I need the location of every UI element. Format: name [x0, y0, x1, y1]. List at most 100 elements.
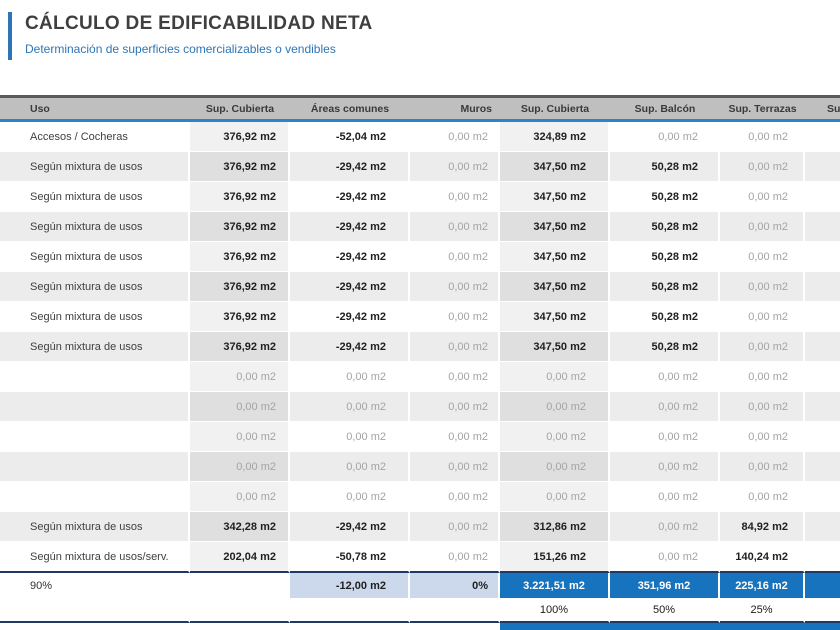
summary-total-sup-terrazas: 225,16 m2 [720, 573, 805, 599]
cell-uso: Según mixtura de usos [0, 242, 190, 272]
cell-value: 0,00 m2 [410, 542, 500, 573]
cell-cut [805, 332, 840, 362]
column-header-sup-cut: Sup. [805, 95, 840, 122]
cell-cut [805, 152, 840, 182]
cell-cut [805, 542, 840, 573]
table-row: Según mixtura de usos 376,92 m2 -29,42 m2 0… [0, 272, 840, 302]
cell-uso: Según mixtura de usos [0, 272, 190, 302]
table-row: Según mixtura de usos 376,92 m2 -29,42 m2 0… [0, 302, 840, 332]
summary-table: 90% -12,00 m2 0% 3.221,51 m2 351,96 m2 2… [0, 573, 840, 623]
table-row: Según mixtura de usos 342,28 m2 -29,42 m2 0… [0, 512, 840, 542]
page-title: CÁLCULO DE EDIFICABILIDAD NETA [25, 13, 373, 34]
cell-cut [805, 182, 840, 212]
cell-value: 0,00 m2 [500, 422, 610, 452]
cell-value: -29,42 m2 [290, 512, 410, 542]
pct-empty [0, 599, 190, 623]
percentages-row: 100% 50% 25% [0, 599, 840, 623]
cell-uso: Según mixtura de usos [0, 302, 190, 332]
cell-value: 0,00 m2 [720, 302, 805, 332]
pct-empty [290, 599, 410, 623]
cell-value: 50,28 m2 [610, 182, 720, 212]
cell-value: 0,00 m2 [500, 362, 610, 392]
cell-value: 0,00 m2 [190, 452, 290, 482]
cell-value: 0,00 m2 [720, 272, 805, 302]
cell-value: 376,92 m2 [190, 272, 290, 302]
cell-value: 347,50 m2 [500, 212, 610, 242]
cell-value: 84,92 m2 [720, 512, 805, 542]
cell-cut [805, 272, 840, 302]
cell-value: 0,00 m2 [410, 362, 500, 392]
cell-cut [805, 122, 840, 152]
cell-value: 376,92 m2 [190, 302, 290, 332]
cell-value: 376,92 m2 [190, 332, 290, 362]
cell-value: 0,00 m2 [410, 332, 500, 362]
column-header-muros: Muros [410, 95, 500, 122]
column-header-sup-cubierta-2: Sup. Cubierta [500, 95, 610, 122]
pct-empty [410, 599, 500, 623]
pct-sup-balcon: 50% [610, 599, 720, 623]
cell-value: 0,00 m2 [720, 152, 805, 182]
cell-cut [805, 302, 840, 332]
cell-value: -29,42 m2 [290, 332, 410, 362]
cell-cut [805, 392, 840, 422]
cell-value: 0,00 m2 [720, 362, 805, 392]
cell-value: -50,78 m2 [290, 542, 410, 573]
cell-value: 0,00 m2 [190, 362, 290, 392]
cell-value: 0,00 m2 [500, 452, 610, 482]
table-row: Según mixtura de usos 376,92 m2 -29,42 m2 0… [0, 242, 840, 272]
summary-total-sup-cubierta: 3.221,51 m2 [500, 573, 610, 599]
cell-uso [0, 482, 190, 512]
cell-value: 347,50 m2 [500, 242, 610, 272]
homogenized-surface-value: 3. [827, 623, 837, 630]
cell-cut [805, 452, 840, 482]
cell-value: 0,00 m2 [410, 482, 500, 512]
cell-value: 0,00 m2 [720, 392, 805, 422]
column-header-areas-comunes: Áreas comunes [290, 95, 410, 122]
cell-uso [0, 422, 190, 452]
cell-value: 0,00 m2 [720, 452, 805, 482]
cell-value: 0,00 m2 [290, 422, 410, 452]
cell-value: 0,00 m2 [500, 392, 610, 422]
cell-value: 376,92 m2 [190, 152, 290, 182]
cell-value: 0,00 m2 [720, 122, 805, 152]
column-header-sup-cubierta: Sup. Cubierta [190, 95, 290, 122]
summary-coefficient: 90% [0, 573, 190, 599]
cell-value: 0,00 m2 [410, 272, 500, 302]
edificabilidad-table: Uso Sup. Cubierta Áreas comunes Muros Su… [0, 95, 840, 573]
cell-value: 0,00 m2 [720, 332, 805, 362]
cell-cut [805, 482, 840, 512]
cell-value: 312,86 m2 [500, 512, 610, 542]
cell-value: 376,92 m2 [190, 182, 290, 212]
cell-value: 0,00 m2 [410, 422, 500, 452]
table-row: 0,00 m2 0,00 m2 0,00 m2 0,00 m2 0,00 m2 0,00 … [0, 422, 840, 452]
cell-value: -29,42 m2 [290, 242, 410, 272]
cell-value: -29,42 m2 [290, 272, 410, 302]
cell-uso: Según mixtura de usos [0, 212, 190, 242]
cell-value: -29,42 m2 [290, 302, 410, 332]
table-row: 0,00 m2 0,00 m2 0,00 m2 0,00 m2 0,00 m2 0,00 … [0, 362, 840, 392]
cell-value: 347,50 m2 [500, 332, 610, 362]
cell-value: 0,00 m2 [610, 452, 720, 482]
table-row: Según mixtura de usos 376,92 m2 -29,42 m2 0… [0, 152, 840, 182]
cell-value: 0,00 m2 [720, 212, 805, 242]
cell-value: 0,00 m2 [290, 452, 410, 482]
cell-uso [0, 452, 190, 482]
cell-value: 0,00 m2 [500, 482, 610, 512]
cell-uso [0, 362, 190, 392]
cell-value: 0,00 m2 [290, 362, 410, 392]
cell-uso: Según mixtura de usos [0, 512, 190, 542]
title-block: CÁLCULO DE EDIFICABILIDAD NETA Determina… [8, 12, 372, 60]
cell-value: 0,00 m2 [610, 542, 720, 573]
pct-empty [190, 599, 290, 623]
cell-value: 0,00 m2 [410, 392, 500, 422]
summary-total-sup-balcon: 351,96 m2 [610, 573, 720, 599]
cell-value: 347,50 m2 [500, 182, 610, 212]
cell-value: 50,28 m2 [610, 302, 720, 332]
table-row: Según mixtura de usos 376,92 m2 -29,42 m2 0… [0, 212, 840, 242]
cell-uso: Accesos / Cocheras [0, 122, 190, 152]
header-row: Uso Sup. Cubierta Áreas comunes Muros Su… [0, 95, 840, 122]
cell-uso [0, 392, 190, 422]
cell-value: 342,28 m2 [190, 512, 290, 542]
cell-cut [805, 512, 840, 542]
pct-sup-cubierta: 100% [500, 599, 610, 623]
